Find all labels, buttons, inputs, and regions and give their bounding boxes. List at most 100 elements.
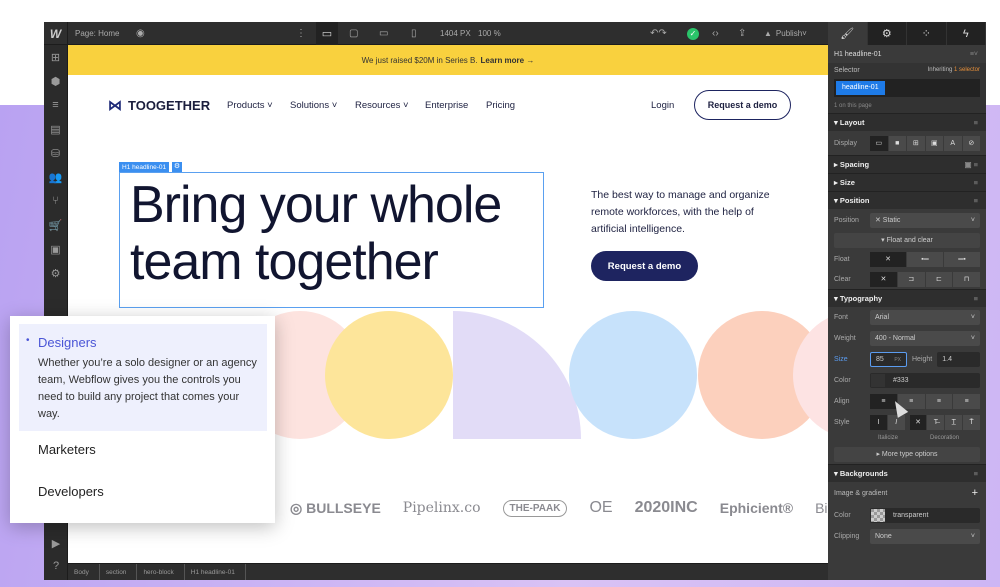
pages-icon[interactable]: ▤ [44, 117, 67, 141]
style-label: Style [834, 418, 850, 426]
font-label: Font [834, 314, 849, 321]
style-options[interactable]: I I ✕ T̶ T̲ T̄ [870, 414, 980, 430]
bullet-icon: • [26, 335, 30, 346]
element-tag[interactable]: H1 headline-01 [119, 162, 170, 172]
element-name: H1 headline-01 ≡˅ [834, 50, 978, 58]
announcement-banner: We just raised $20M in Series B. Learn mo… [68, 45, 828, 75]
display-label: Display [834, 139, 857, 147]
audience-item-developers[interactable]: Developers [38, 484, 104, 499]
spacing-section[interactable]: ▸ Spacing ▣ ≡ [828, 155, 986, 173]
hero-headline[interactable]: Bring your whole team together [130, 177, 550, 291]
desktop-breakpoint-icon[interactable]: ▭ [316, 22, 338, 45]
style-tab-brush-icon[interactable]: 🖌 [828, 22, 868, 45]
text-color-input[interactable]: #333 [870, 373, 980, 388]
login-link[interactable]: Login [651, 90, 674, 120]
float-options[interactable]: ✕ ▪═ ═▪ [870, 251, 980, 267]
crumb-body[interactable]: Body [68, 563, 100, 580]
position-section[interactable]: ▾ Position ≡ [828, 191, 986, 209]
canvas-width: 1404 PX [440, 29, 471, 38]
code-icon[interactable]: ‹› [712, 22, 719, 45]
navigator-icon[interactable]: ≡ [44, 93, 67, 117]
logo-bullseye: ◎ BULLSEYE [290, 499, 381, 516]
more-icon[interactable]: ⋮ [296, 22, 306, 45]
inheriting-link[interactable]: 1 selector [954, 67, 980, 73]
settings-icon[interactable]: ⚙ [44, 261, 67, 285]
banner-text: We just raised $20M in Series B. [361, 55, 478, 65]
webflow-logo[interactable]: W [44, 22, 68, 45]
line-height-label: Height [912, 356, 933, 363]
video-icon[interactable]: ▶ [44, 531, 68, 555]
publish-button[interactable]: ▲ Publish ˅ [764, 22, 807, 45]
cms-icon[interactable]: ⛁ [44, 141, 67, 165]
lightning-tab-icon[interactable]: ϟ [947, 22, 986, 45]
export-icon[interactable]: ⇪ [738, 22, 746, 45]
assets-icon[interactable]: ▣ [44, 237, 67, 261]
interactions-tab-icon[interactable]: ⁘ [907, 22, 947, 45]
clear-options[interactable]: ✕ ⊐ ⊏ ⊓ [870, 271, 980, 287]
crumb-headline[interactable]: H1 headline-01 [185, 563, 246, 580]
crumb-section[interactable]: section [100, 563, 138, 580]
clipping-label: Clipping [834, 532, 860, 540]
element-settings-icon[interactable]: ⚙ [172, 162, 182, 172]
designers-title[interactable]: Designers [38, 335, 97, 350]
float-and-clear-toggle[interactable]: ▾ Float and clear [834, 232, 980, 248]
undo-redo-icon[interactable]: ↶↷ [650, 22, 667, 45]
size-section[interactable]: ▸ Size ≡ [828, 173, 986, 191]
line-height-input[interactable]: 1.4 [937, 352, 980, 367]
site-nav: ⋈ TOOGETHER Products ˅ Solutions ˅ Resour… [68, 90, 828, 120]
learn-more-link[interactable]: Learn more → [481, 56, 535, 65]
typography-section[interactable]: ▾ Typography ≡ [828, 289, 986, 307]
align-label: Align [834, 398, 850, 405]
crumb-hero-block[interactable]: hero-block [137, 563, 185, 580]
mobile-portrait-icon[interactable]: ▯ [411, 22, 417, 45]
italicize-caption: Italicize [878, 435, 899, 441]
nav-products[interactable]: Products ˅ [227, 90, 273, 120]
selector-chip[interactable]: headline-01 [836, 81, 885, 95]
brand-logo[interactable]: ⋈ TOOGETHER [108, 90, 210, 120]
hero-subtext: The best way to manage and organize remo… [591, 189, 770, 235]
clear-label: Clear [834, 275, 851, 283]
tablet-breakpoint-icon[interactable]: ▢ [349, 22, 358, 45]
display-options[interactable]: ▭ ■ ⊞ ▣ A ⊘ [870, 135, 980, 151]
logo-2020inc: 2020INC [634, 499, 698, 516]
more-type-options[interactable]: ▸ More type options [834, 446, 980, 462]
mobile-landscape-icon[interactable]: ▭ [379, 22, 388, 45]
font-select[interactable]: Arial ˅ [870, 310, 980, 325]
position-select[interactable]: ✕ Static ˅ [870, 212, 980, 228]
page-selector[interactable]: Page: Home [75, 22, 119, 45]
ecommerce-icon[interactable]: 🛒 [44, 213, 67, 237]
selector-input[interactable]: headline-01 [834, 79, 980, 97]
audience-item-marketers[interactable]: Marketers [38, 442, 96, 457]
nav-solutions[interactable]: Solutions ˅ [290, 90, 337, 120]
users-icon[interactable]: 👥 [44, 165, 67, 189]
help-icon[interactable]: ? [44, 554, 68, 578]
breadcrumb: Body section hero-block H1 headline-01 [68, 563, 828, 580]
weight-label: Weight [834, 335, 856, 342]
transparent-swatch[interactable] [871, 508, 885, 522]
nav-enterprise[interactable]: Enterprise [425, 90, 468, 120]
weight-select[interactable]: 400 - Normal ˅ [870, 331, 980, 346]
clipping-select[interactable]: None ˅ [870, 528, 980, 544]
add-icon[interactable]: ⊞ [44, 45, 67, 69]
font-size-input[interactable]: 85 PX [870, 352, 907, 367]
bg-color-input[interactable]: transparent [870, 507, 980, 523]
color-swatch[interactable] [871, 374, 885, 387]
selector-label: Selector [834, 66, 860, 74]
layout-section[interactable]: ▾ Layout ≡ [828, 113, 986, 131]
bg-color-label: Color [834, 511, 851, 519]
align-options[interactable]: ≡ ≡ ≡ ≡ [870, 394, 980, 409]
hero-request-demo-button[interactable]: Request a demo [591, 251, 698, 281]
logo-oe: OE [589, 499, 613, 516]
position-label: Position [834, 216, 859, 224]
saved-check-icon: ✓ [687, 27, 699, 40]
settings-tab-gear-icon[interactable]: ⚙ [868, 22, 907, 45]
nav-pricing[interactable]: Pricing [486, 90, 515, 120]
nav-request-demo-button[interactable]: Request a demo [694, 90, 791, 120]
backgrounds-section[interactable]: ▾ Backgrounds ≡ [828, 464, 986, 482]
nav-resources[interactable]: Resources ˅ [355, 90, 409, 120]
logic-icon[interactable]: ⑂ [44, 189, 67, 213]
publish-label: Publish [775, 29, 803, 38]
add-background-icon[interactable]: + [972, 487, 978, 499]
preview-eye-icon[interactable]: ◉ [136, 22, 145, 45]
components-icon[interactable]: ⬢ [44, 69, 67, 93]
